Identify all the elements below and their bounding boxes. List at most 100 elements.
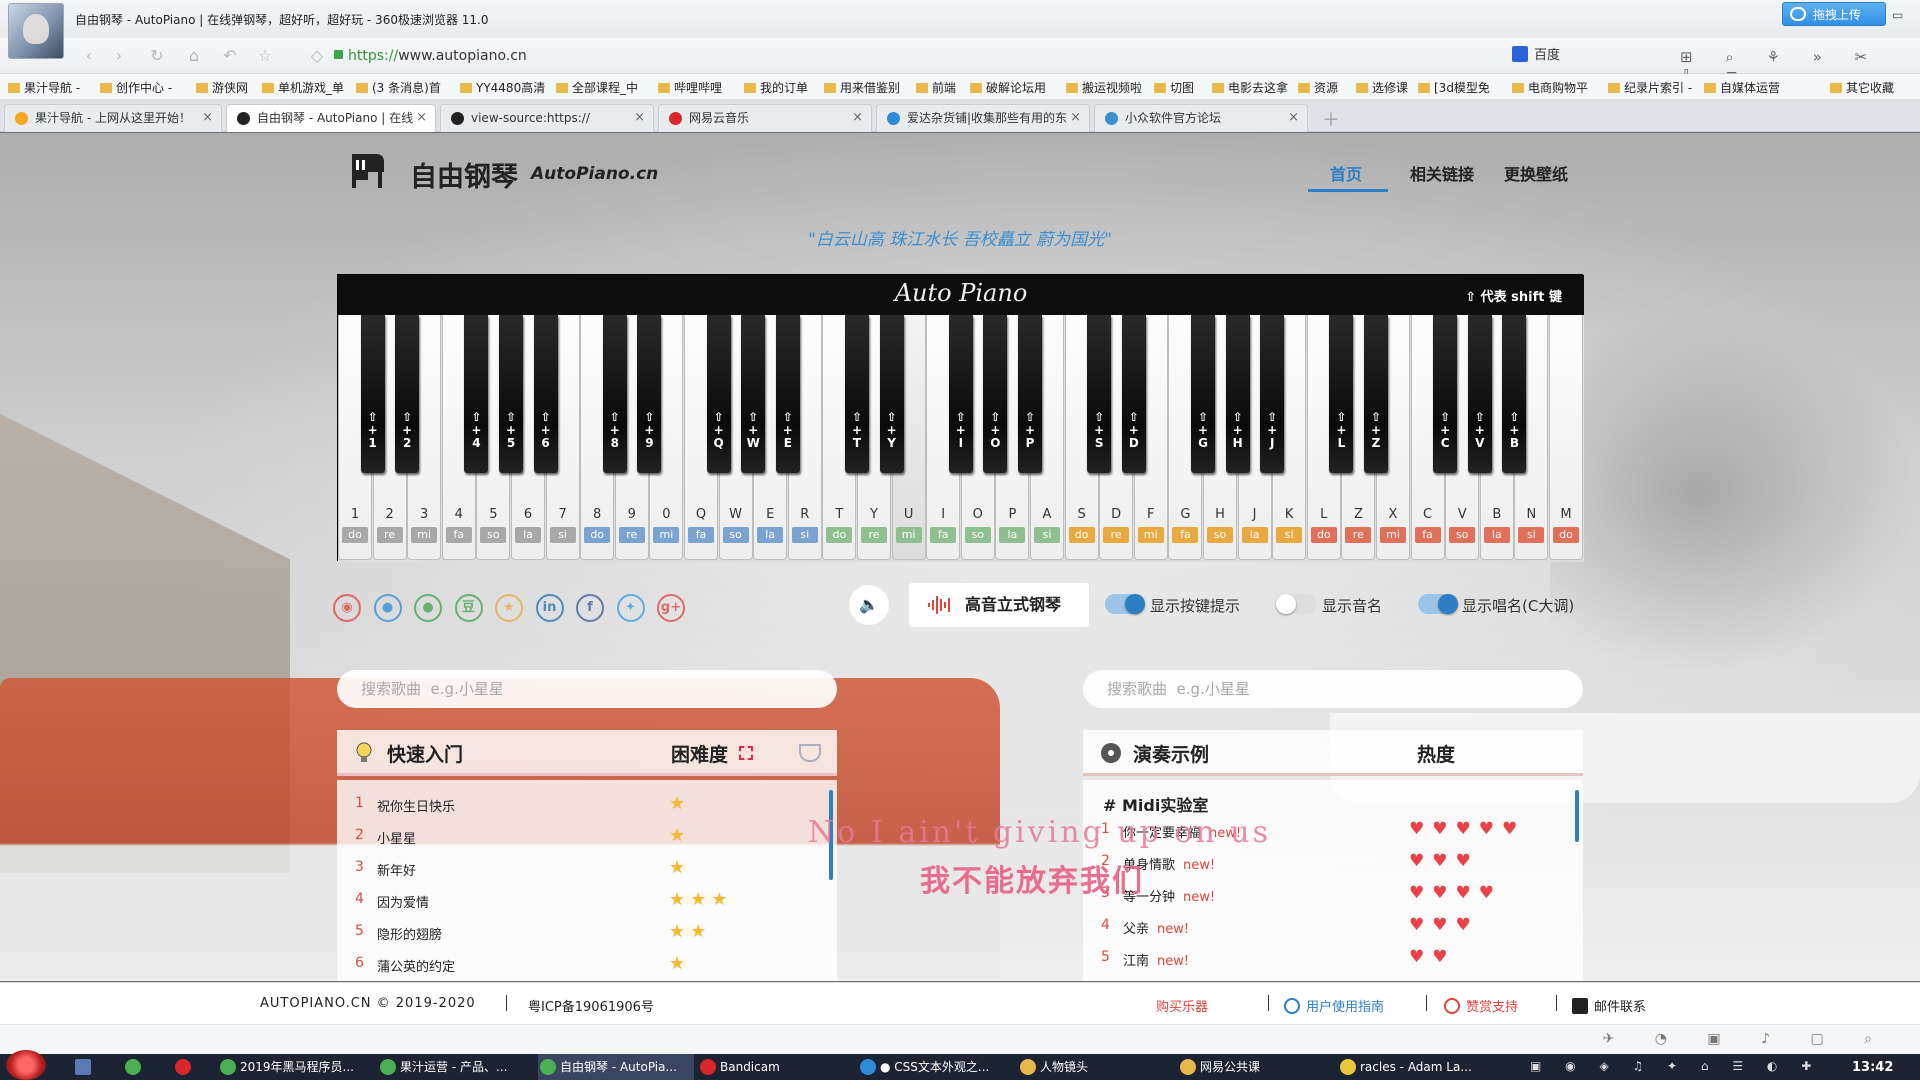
toggle-show-note-names[interactable] — [1276, 594, 1316, 614]
piano-black-key[interactable]: ⇧ + G — [1191, 315, 1215, 473]
search-engine-box[interactable]: 百度 — [1512, 44, 1662, 68]
piano-black-key[interactable]: ⇧ + D — [1121, 315, 1146, 473]
example-row[interactable]: 5 江南 new! ♥♥ — [1083, 944, 1583, 970]
browser-tab[interactable]: 自由钢琴 - AutoPiano | 在线 × — [226, 104, 436, 132]
user-guide-link[interactable]: 用户使用指南 — [1284, 996, 1384, 1015]
bookmark-item[interactable]: 我的订单 — [744, 79, 808, 96]
bookmark-item[interactable]: 搬运视频啦 — [1066, 79, 1142, 96]
tab-close-icon[interactable]: × — [1070, 105, 1081, 131]
piano-black-key[interactable]: ⇧ + P — [1018, 315, 1042, 473]
toggle-show-key-hints[interactable] — [1105, 594, 1145, 614]
bookmark-item[interactable]: 前端 — [916, 79, 956, 96]
file-explorer-icon[interactable] — [75, 1059, 91, 1075]
tab-close-icon[interactable]: × — [1288, 105, 1299, 131]
bookmark-item[interactable]: [3d模型免 — [1418, 79, 1490, 96]
tab-close-icon[interactable]: × — [634, 105, 645, 131]
bookmark-item[interactable]: (3 条消息)首 — [356, 79, 441, 96]
bookmark-item[interactable]: 用来借鉴别 — [824, 79, 900, 96]
bookmark-item[interactable]: 创作中心 - — [100, 79, 172, 96]
user-avatar[interactable] — [8, 3, 64, 59]
piano-logo-icon[interactable] — [346, 150, 388, 188]
taskbar-window[interactable]: 人物镜头 — [1018, 1054, 1174, 1080]
nav-home[interactable]: 首页 — [1330, 161, 1362, 185]
song-row[interactable]: 6 蒲公英的约定 ★ — [337, 950, 837, 976]
email-link[interactable]: 邮件联系 — [1572, 996, 1646, 1015]
new-tab-icon[interactable]: ＋ — [1322, 106, 1340, 132]
douban-icon[interactable]: 豆 — [454, 594, 483, 622]
undo-icon[interactable]: ↶ — [219, 46, 241, 66]
bookmark-item[interactable]: 切图 — [1154, 79, 1194, 96]
song-row[interactable]: 4 因为爱情 ★★★ — [337, 886, 837, 912]
bookmark-item[interactable]: 全部课程_中 — [556, 79, 638, 96]
piano-black-key[interactable]: ⇧ + W — [741, 315, 766, 473]
icp-link[interactable]: 粤ICP备19061906号 — [528, 996, 654, 1015]
example-row[interactable]: 3 等一分钟 new! ♥♥♥♥ — [1083, 880, 1583, 906]
piano-black-key[interactable]: ⇧ + B — [1502, 315, 1527, 473]
refresh-icon[interactable]: ↻ — [146, 46, 168, 66]
bookmark-item[interactable]: 选修课 — [1356, 79, 1408, 96]
browser-tab[interactable]: view-source:https:// × — [440, 104, 654, 132]
piano-black-key[interactable]: ⇧ + Q — [706, 315, 731, 473]
bookmark-item[interactable]: 哔哩哔哩 — [658, 79, 722, 96]
song-row[interactable]: 1 祝你生日快乐 ★ — [337, 790, 837, 816]
qzone-icon[interactable]: ★ — [495, 594, 523, 622]
forward-icon[interactable]: › — [108, 46, 130, 66]
window-controls[interactable]: ▭ — [1892, 8, 1903, 22]
tab-close-icon[interactable]: × — [416, 105, 427, 131]
taskbar-window[interactable]: 2019年黑马程序员... — [218, 1054, 374, 1080]
google-plus-icon[interactable]: g+ — [657, 594, 685, 622]
toggle-show-solfege[interactable] — [1418, 594, 1458, 614]
tab-close-icon[interactable]: × — [202, 105, 213, 131]
address-bar[interactable]: https://www.autopiano.cn — [334, 44, 1394, 68]
browser-tab[interactable]: 果汁导航 - 上网从这里开始！ × — [4, 104, 222, 132]
piano-black-key[interactable]: ⇧ + 9 — [637, 315, 662, 473]
bookmark-item[interactable]: 破解论坛用 — [970, 79, 1046, 96]
piano-black-key[interactable]: ⇧ + 2 — [395, 315, 420, 473]
nav-related-links[interactable]: 相关链接 — [1410, 161, 1474, 185]
song-row[interactable]: 3 新年好 ★ — [337, 854, 837, 880]
browser-tab[interactable]: 网易云音乐 × — [658, 104, 872, 132]
expand-icon[interactable] — [739, 746, 753, 760]
piano-black-key[interactable]: ⇧ + H — [1225, 315, 1250, 473]
piano-black-key[interactable]: ⇧ + 1 — [360, 315, 385, 473]
piano-black-key[interactable]: ⇧ + L — [1329, 315, 1354, 473]
piano-black-key[interactable]: ⇧ + 6 — [533, 315, 558, 473]
piano-black-key[interactable]: ⇧ + I — [948, 315, 973, 473]
browser-tab[interactable]: 小众软件官方论坛 × — [1094, 104, 1308, 132]
weibo-icon[interactable]: ◉ — [333, 594, 361, 622]
bookmark-item[interactable]: 纪录片索引 - — [1608, 79, 1692, 96]
search-input-quickstart[interactable] — [337, 670, 837, 708]
piano-black-key[interactable]: ⇧ + V — [1467, 315, 1492, 473]
piano-black-key[interactable]: ⇧ + 8 — [602, 315, 627, 473]
difficulty-column-label[interactable]: 困难度 — [671, 740, 728, 767]
site-name[interactable]: 自由钢琴 — [410, 155, 518, 194]
taskbar-window[interactable]: 果汁运营 - 产品、... — [378, 1054, 534, 1080]
back-icon[interactable]: ‹ — [78, 46, 100, 66]
tab-close-icon[interactable]: × — [852, 105, 863, 131]
bookmark-item[interactable]: 电商购物平 — [1512, 79, 1588, 96]
donate-link[interactable]: 赞赏支持 — [1444, 996, 1518, 1015]
song-row[interactable]: 5 隐形的翅膀 ★★ — [337, 918, 837, 944]
system-tray-icons[interactable]: ▣ ◉ ◈ ♫ ✦ ⌂ ☰ ◐ ✚ — [1530, 1059, 1821, 1073]
bookmark-item[interactable]: 电影去这拿 — [1212, 79, 1288, 96]
taskbar-window[interactable]: 网易公共课 — [1178, 1054, 1334, 1080]
browser-icon[interactable] — [125, 1059, 141, 1075]
piano-white-key[interactable]: Mdo — [1549, 315, 1583, 560]
netease-icon[interactable] — [175, 1059, 191, 1075]
bookmark-item[interactable]: 自媒体运营 — [1704, 79, 1780, 96]
instrument-button[interactable]: 高音立式钢琴 — [909, 583, 1089, 627]
piano-black-key[interactable]: ⇧ + 5 — [499, 315, 523, 473]
piano-black-key[interactable]: ⇧ + Y — [879, 315, 904, 473]
taskbar-window[interactable]: ● CSS文本外观之... — [858, 1054, 1014, 1080]
browser-tab[interactable]: 爱达杂货铺|收集那些有用的东 × — [876, 104, 1090, 132]
bookmark-item[interactable]: 游侠网 — [196, 79, 248, 96]
home-icon[interactable]: ⌂ — [183, 46, 205, 66]
taskbar-window[interactable]: 自由钢琴 - AutoPia... — [538, 1054, 694, 1080]
heat-column-label[interactable]: 热度 — [1417, 740, 1455, 767]
piano-black-key[interactable]: ⇧ + E — [775, 315, 800, 473]
taskbar-window[interactable]: Bandicam — [698, 1054, 854, 1080]
bookmark-item[interactable]: 资源 — [1298, 79, 1338, 96]
example-row[interactable]: 2 单身情歌 new! ♥♥♥ — [1083, 848, 1583, 874]
drag-upload-button[interactable]: 拖拽上传 — [1782, 2, 1886, 26]
piano-black-key[interactable]: ⇧ + 4 — [464, 315, 489, 473]
